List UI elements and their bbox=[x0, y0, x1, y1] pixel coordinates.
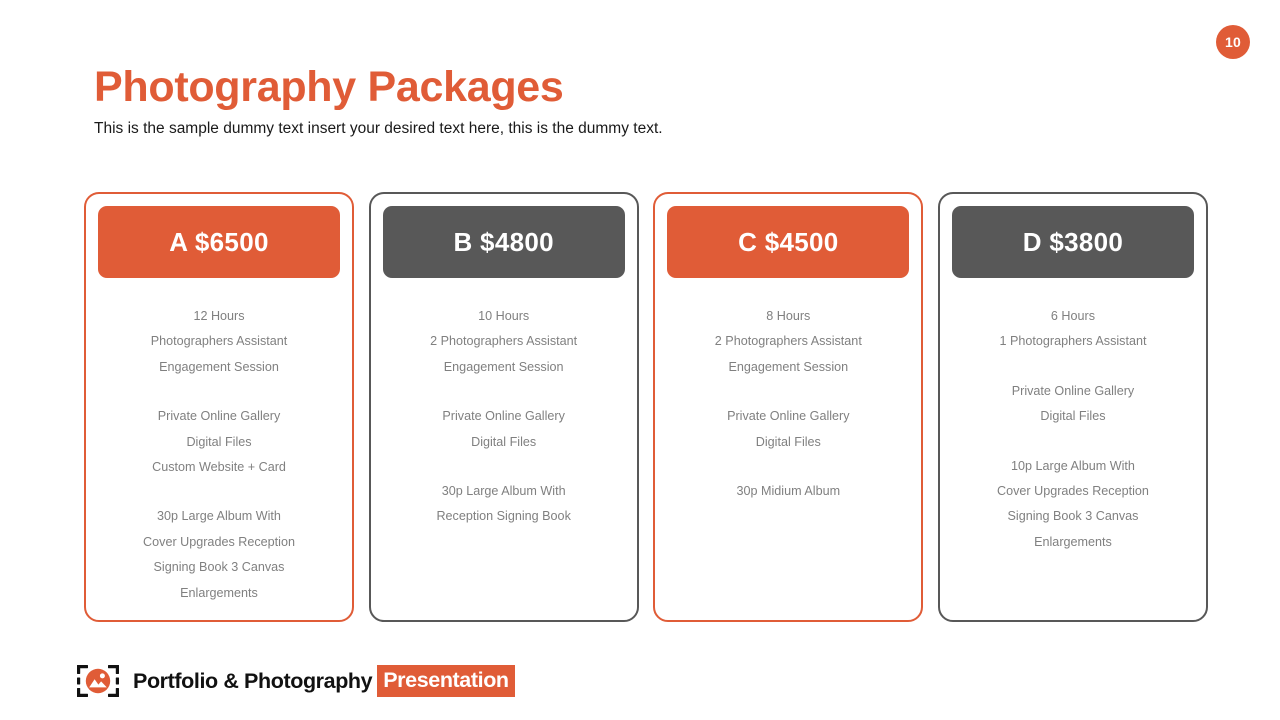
package-features-a: 12 Hours Photographers Assistant Engagemen… bbox=[98, 278, 340, 606]
feature-line: Custom Website + Card bbox=[152, 460, 286, 475]
feature-group: 6 Hours 1 Photographers Assistant bbox=[952, 304, 1194, 355]
feature-line: 12 Hours bbox=[193, 309, 245, 323]
feature-line: Private Online Gallery bbox=[157, 409, 281, 424]
feature-line: 30p Midium Album bbox=[736, 484, 841, 499]
footer-highlight-label: Presentation bbox=[377, 665, 515, 697]
feature-line: Engagement Session bbox=[728, 359, 849, 374]
feature-line: Private Online Gallery bbox=[442, 409, 565, 424]
package-price-label: D $3800 bbox=[1022, 226, 1124, 257]
feature-line: 30p Large Album With bbox=[441, 484, 566, 499]
package-header-b[interactable]: B $4800 bbox=[382, 206, 625, 278]
package-features-d: 6 Hours 1 Photographers Assistant Private … bbox=[952, 278, 1194, 555]
feature-group: 30p Large Album With Cover Upgrades Recep… bbox=[98, 504, 340, 606]
feature-line: Digital Files bbox=[186, 434, 252, 449]
feature-group: Private Online Gallery Digital Files bbox=[667, 404, 909, 455]
page-subtitle: This is the sample dummy text insert you… bbox=[94, 120, 663, 137]
feature-line: 6 Hours bbox=[1050, 309, 1096, 323]
feature-group: 30p Large Album With Reception Signing Bo… bbox=[383, 479, 625, 530]
feature-line: 10 Hours bbox=[478, 309, 530, 323]
package-price-label: B $4800 bbox=[453, 226, 554, 257]
package-price-label: C $4500 bbox=[738, 226, 839, 257]
footer-title: Portfolio & Photography Presentation bbox=[133, 665, 515, 697]
feature-line: Enlargements bbox=[180, 585, 258, 600]
feature-line: Reception Signing Book bbox=[436, 509, 571, 524]
feature-group: 10p Large Album With Cover Upgrades Recep… bbox=[952, 454, 1194, 556]
footer-brand-label: Portfolio & Photography bbox=[133, 668, 373, 693]
feature-line: Private Online Gallery bbox=[727, 409, 850, 424]
package-price-label: A $6500 bbox=[169, 226, 269, 257]
feature-line: Signing Book 3 Canvas bbox=[1007, 509, 1139, 524]
feature-line: Engagement Session bbox=[159, 359, 279, 374]
heading-block: Photography Packages This is the sample … bbox=[94, 66, 1194, 139]
page-number-label: 10 bbox=[1225, 34, 1241, 50]
feature-line: 1 Photographers Assistant bbox=[999, 334, 1147, 349]
footer-bar: Portfolio & Photography Presentation bbox=[76, 663, 515, 699]
feature-group: Private Online Gallery Digital Files Custo… bbox=[98, 404, 340, 480]
feature-line: Engagement Session bbox=[443, 359, 564, 374]
feature-line: Digital Files bbox=[1040, 409, 1106, 424]
package-header-a[interactable]: A $6500 bbox=[98, 206, 340, 278]
feature-line: 30p Large Album With bbox=[157, 509, 281, 524]
package-header-d[interactable]: D $3800 bbox=[951, 206, 1194, 278]
package-cards-row: A $6500 12 Hours Photographers Assistant En… bbox=[84, 192, 1208, 622]
feature-group: Private Online Gallery Digital Files bbox=[952, 379, 1194, 430]
feature-group: 30p Midium Album bbox=[667, 479, 909, 504]
feature-line: 2 Photographers Assistant bbox=[430, 334, 578, 349]
feature-group: Private Online Gallery Digital Files bbox=[383, 404, 625, 455]
feature-line: 10p Large Album With bbox=[1011, 458, 1135, 473]
feature-line: Private Online Gallery bbox=[1011, 383, 1135, 398]
package-card-a[interactable]: A $6500 12 Hours Photographers Assistant En… bbox=[84, 192, 354, 622]
feature-line: Cover Upgrades Reception bbox=[143, 534, 295, 549]
feature-line: Signing Book 3 Canvas bbox=[153, 560, 285, 575]
feature-line: Enlargements bbox=[1034, 534, 1112, 549]
feature-line: 8 Hours bbox=[766, 309, 811, 323]
package-header-c[interactable]: C $4500 bbox=[667, 206, 910, 278]
feature-group: 10 Hours 2 Photographers Assistant Engagem… bbox=[383, 304, 625, 380]
package-features-c: 8 Hours 2 Photographers Assistant Engageme… bbox=[667, 278, 909, 504]
page-title: Photography Packages bbox=[94, 63, 564, 111]
feature-line: Digital Files bbox=[471, 434, 537, 449]
package-features-b: 10 Hours 2 Photographers Assistant Engagem… bbox=[383, 278, 625, 530]
feature-line: Photographers Assistant bbox=[150, 334, 288, 349]
package-card-d[interactable]: D $3800 6 Hours 1 Photographers Assistant P… bbox=[937, 192, 1208, 622]
feature-line: 2 Photographers Assistant bbox=[714, 334, 862, 349]
photo-frame-icon bbox=[76, 664, 120, 698]
feature-group: 8 Hours 2 Photographers Assistant Engageme… bbox=[667, 304, 909, 380]
feature-line: Cover Upgrades Reception bbox=[997, 484, 1149, 499]
feature-group: 12 Hours Photographers Assistant Engagemen… bbox=[98, 304, 340, 380]
package-card-b[interactable]: B $4800 10 Hours 2 Photographers Assistant… bbox=[368, 192, 639, 622]
page-number-badge: 10 bbox=[1216, 25, 1250, 59]
feature-line: Digital Files bbox=[755, 434, 821, 449]
package-card-c[interactable]: C $4500 8 Hours 2 Photographers Assistant E… bbox=[653, 192, 924, 622]
